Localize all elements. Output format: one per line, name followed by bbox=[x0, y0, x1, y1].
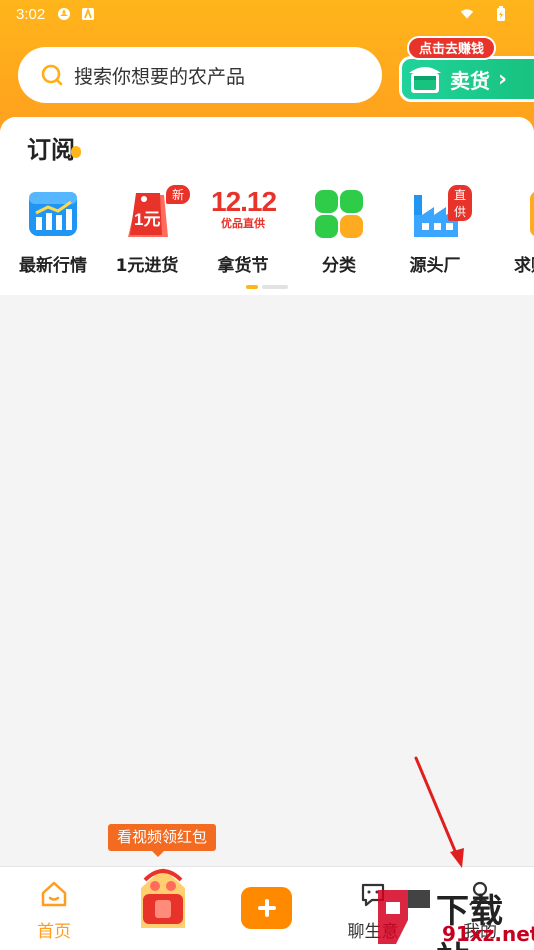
price-tag-icon: 1元 新 bbox=[120, 185, 191, 241]
sell-area[interactable]: 卖货 › 点击去赚钱 bbox=[399, 36, 534, 102]
subscribe-title: 订阅 bbox=[27, 136, 75, 164]
category-label: 分类 bbox=[322, 256, 356, 276]
watch-video-red-packet-tag[interactable]: 看视频领红包 bbox=[108, 824, 217, 857]
sell-button[interactable]: 卖货 › bbox=[399, 56, 534, 102]
plus-icon bbox=[257, 899, 276, 917]
category-request[interactable]: 求购 bbox=[486, 187, 534, 276]
direct-supply-badge: 直供 bbox=[448, 185, 473, 221]
search-icon bbox=[41, 64, 63, 86]
status-time: 3:02 bbox=[16, 5, 46, 23]
category-label: 1元进货 bbox=[115, 256, 179, 276]
category-one-yuan[interactable]: 1元 新 1元进货 bbox=[102, 185, 192, 276]
grid-icon bbox=[312, 187, 366, 241]
sell-promo-badge: 点击去赚钱 bbox=[407, 36, 497, 60]
gift-red-packet-icon[interactable] bbox=[133, 858, 193, 930]
sell-label: 卖货 bbox=[450, 68, 490, 93]
pager-active bbox=[246, 285, 258, 289]
subscribe-bar bbox=[0, 117, 534, 175]
tab-home-label: 首页 bbox=[37, 922, 71, 942]
search-input[interactable]: 搜索你想要的农产品 bbox=[18, 47, 382, 103]
category-source-factory[interactable]: 直供 源头厂 bbox=[390, 185, 480, 276]
battery-icon bbox=[494, 6, 508, 21]
category-label: 求购 bbox=[514, 256, 534, 276]
a-notification-icon bbox=[81, 7, 95, 21]
request-icon bbox=[504, 187, 534, 241]
category-goods-festival[interactable]: 12.12 优品直供 拿货节 bbox=[198, 186, 288, 277]
wifi-icon bbox=[460, 7, 474, 21]
svg-text:1元: 1元 bbox=[134, 210, 160, 229]
watermark-logo: 下载站 91xz.net bbox=[368, 884, 534, 950]
category-pager bbox=[246, 285, 288, 289]
category-classification[interactable]: 分类 bbox=[294, 187, 384, 276]
watermark-sub-text: 91xz.net bbox=[442, 922, 534, 946]
search-placeholder: 搜索你想要的农产品 bbox=[74, 65, 246, 88]
home-icon bbox=[41, 881, 67, 907]
category-row: 最新行情 1元 新 1元进货 12.12 优品直供 拿货节 分类 直供 源头厂 … bbox=[0, 175, 534, 295]
factory-icon: 直供 bbox=[408, 185, 473, 241]
new-badge: 新 bbox=[166, 185, 191, 204]
category-label: 源头厂 bbox=[409, 256, 461, 276]
category-latest-market[interactable]: 最新行情 bbox=[8, 187, 98, 276]
watermark-emblem-icon bbox=[378, 890, 430, 944]
promo-1212-icon: 12.12 优品直供 bbox=[211, 186, 277, 231]
category-label: 拿货节 bbox=[217, 256, 269, 276]
tab-home[interactable]: 首页 bbox=[14, 879, 94, 942]
chart-icon bbox=[26, 187, 80, 241]
pager-inactive bbox=[262, 285, 288, 289]
shop-icon bbox=[409, 67, 441, 93]
subscribe-decoration bbox=[71, 146, 81, 158]
chevron-right-icon: › bbox=[498, 66, 508, 92]
category-label: 最新行情 bbox=[19, 256, 87, 276]
publish-plus-button[interactable] bbox=[241, 887, 292, 929]
status-bar: 3:02 bbox=[0, 0, 534, 28]
system-icon bbox=[57, 7, 71, 21]
